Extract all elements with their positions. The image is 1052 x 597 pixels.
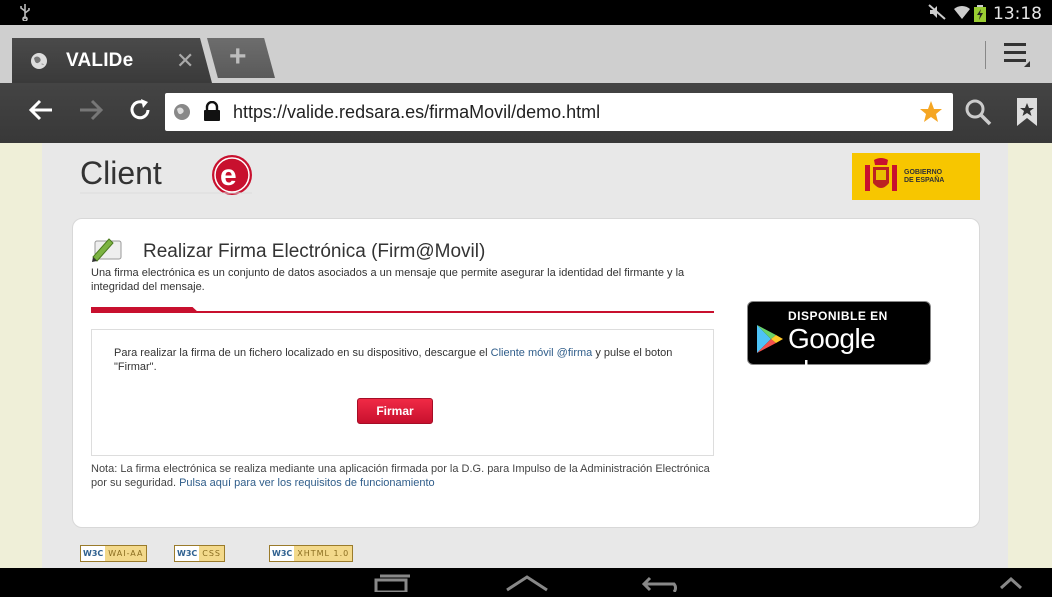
note-text: Nota: La firma electrónica se realiza me… [91,463,710,489]
back-nav-icon[interactable] [640,574,684,597]
close-tab-icon[interactable]: ✕ [176,48,194,74]
wifi-icon [953,4,971,25]
url-text: https://valide.redsara.es/firmaMovil/dem… [233,102,601,122]
w3c-css-badge[interactable]: W3C CSS [174,545,226,562]
bookmarks-icon[interactable] [1016,97,1038,132]
logo-text: Client [80,155,162,191]
intro-text: Una firma electrónica es un conjunto de … [91,267,685,293]
bookmark-star-icon[interactable] [919,100,943,129]
battery-icon [974,5,986,27]
forward-icon[interactable] [78,97,104,128]
svg-text:e: e [220,159,237,192]
w3c-wai-aa-badge[interactable]: W3C WAI-AA [80,545,148,562]
plus-icon: + [229,40,247,73]
new-tab-button[interactable]: + [207,38,275,78]
search-icon[interactable] [964,98,992,131]
status-bar: 13:18 [0,0,1052,25]
google-play-top: DISPONIBLE EN [788,309,888,323]
cliente-movil-link[interactable]: Cliente móvil @firma [491,347,593,359]
gov-label: GOBIERNO DE ESPAÑA [904,169,945,184]
play-store-icon [756,324,784,359]
address-bar[interactable]: https://valide.redsara.es/firmaMovil/dem… [165,93,953,131]
back-icon[interactable] [28,97,54,128]
instructions-box: Para realizar la firma de un fichero loc… [91,329,714,456]
mute-icon [928,4,946,25]
expand-up-icon[interactable] [998,574,1024,597]
document-pen-icon [91,235,127,268]
google-play-brand: Google play [788,323,876,386]
home-icon[interactable] [505,574,549,597]
system-nav-bar [0,568,1052,594]
requisitos-link[interactable]: Pulsa aquí para ver los requisitos de fu… [179,477,435,489]
page-container: Client e GOBIERNO DE ESPAÑA Realizar Fir… [42,143,1008,568]
tab-title: VALIDe [66,50,134,71]
w3c-xhtml-badge[interactable]: W3C XHTML 1.0 [269,545,354,562]
section-rule-accent [91,307,199,313]
tabstrip-divider [985,41,986,69]
web-page: Client e GOBIERNO DE ESPAÑA Realizar Fir… [0,143,1052,568]
status-clock: 13:18 [993,4,1042,24]
site-globe-icon [173,103,191,126]
reload-icon[interactable] [127,97,153,128]
gobierno-espana-logo: GOBIERNO DE ESPAÑA [852,153,980,200]
tab-valide[interactable]: VALIDe ✕ [12,38,212,83]
client-e-logo: Client e [80,153,260,202]
browser-toolbar: https://valide.redsara.es/firmaMovil/dem… [0,83,1052,143]
usb-icon [18,3,32,26]
tab-strip: VALIDe ✕ + [0,25,1052,83]
google-play-badge[interactable]: DISPONIBLE EN Google play [747,301,931,386]
globe-icon [30,52,48,75]
firmar-button[interactable]: Firmar [357,398,433,424]
firma-card: Realizar Firma Electrónica (Firm@Movil) … [72,218,980,528]
recent-apps-icon[interactable] [372,574,412,597]
card-heading: Realizar Firma Electrónica (Firm@Movil) [143,241,486,262]
instructions-text: Para realizar la firma de un fichero loc… [114,347,673,373]
lock-icon [203,100,221,126]
menu-icon[interactable] [1004,41,1032,74]
coat-of-arms-icon [865,158,897,191]
